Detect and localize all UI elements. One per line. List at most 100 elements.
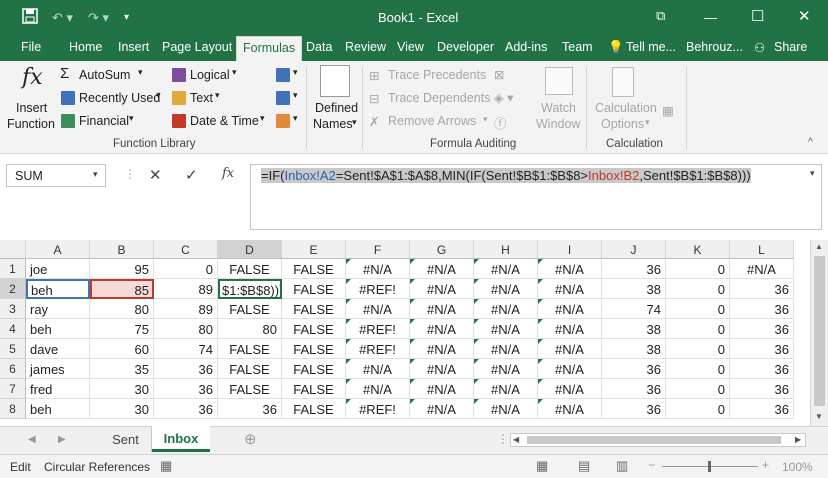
cell[interactable]: 38 [602, 279, 666, 299]
cell[interactable]: FALSE [218, 299, 282, 319]
cell[interactable]: 36 [602, 379, 666, 399]
remove-arrows-icon[interactable]: ✗ [369, 114, 379, 129]
insert-function-line2[interactable]: Function [7, 117, 55, 131]
cell[interactable]: #N/A [410, 259, 474, 279]
cell[interactable]: 35 [90, 359, 154, 379]
cell[interactable]: beh [26, 399, 90, 419]
column-header-l[interactable]: L [730, 240, 794, 259]
defined-names-dropdown-icon[interactable]: ▾ [352, 117, 357, 128]
cell[interactable]: 0 [666, 319, 730, 339]
cell[interactable]: 80 [90, 299, 154, 319]
recently-used-button[interactable]: Recently Used [79, 91, 160, 105]
cell[interactable]: 36 [730, 279, 794, 299]
sheet-tab-inbox[interactable]: Inbox [152, 426, 210, 452]
select-all-corner[interactable] [0, 240, 26, 259]
cell[interactable]: #N/A [410, 339, 474, 359]
recently-used-icon[interactable] [61, 91, 75, 105]
cell[interactable]: 74 [154, 339, 218, 359]
insert-function-icon[interactable]: fx [22, 65, 43, 90]
column-header-d[interactable]: D [218, 240, 282, 259]
calculator-icon[interactable] [612, 67, 634, 97]
math-trig-icon[interactable] [276, 91, 290, 105]
sheet-tab-sent[interactable]: Sent [100, 427, 152, 452]
share-button[interactable]: Share [774, 40, 807, 54]
cell[interactable]: #N/A [410, 279, 474, 299]
tab-formulas[interactable]: Formulas [236, 36, 303, 61]
logical-icon[interactable] [172, 68, 186, 82]
cell[interactable]: #N/A [538, 339, 602, 359]
cell[interactable]: 36 [730, 319, 794, 339]
cell[interactable]: beh [26, 319, 90, 339]
customize-qat-icon[interactable]: ▾ [124, 12, 129, 23]
scroll-down-icon[interactable]: ▼ [815, 412, 823, 421]
cell[interactable]: 74 [602, 299, 666, 319]
cell[interactable]: FALSE [282, 299, 346, 319]
financial-dropdown-icon[interactable]: ▾ [129, 113, 134, 124]
circular-references-status[interactable]: Circular References [44, 460, 150, 474]
save-icon[interactable] [22, 8, 38, 24]
math-dropdown-icon[interactable]: ▾ [293, 90, 298, 101]
cell[interactable]: joe [26, 259, 90, 279]
cell[interactable]: 0 [154, 259, 218, 279]
zoom-in-icon[interactable]: + [762, 458, 769, 472]
cell[interactable]: 36 [730, 359, 794, 379]
autosum-dropdown-icon[interactable]: ▾ [138, 67, 143, 78]
cell[interactable]: dave [26, 339, 90, 359]
macro-record-icon[interactable]: ▦ [160, 458, 172, 474]
confirm-entry-icon[interactable]: ✓ [185, 166, 198, 184]
financial-icon[interactable] [61, 114, 75, 128]
maximize-button[interactable]: ☐ [751, 7, 764, 25]
page-layout-view-icon[interactable]: ▤ [578, 458, 590, 474]
text-button[interactable]: Text [190, 91, 213, 105]
cell[interactable]: 89 [154, 279, 218, 299]
cell[interactable]: FALSE [282, 279, 346, 299]
vertical-scroll-thumb[interactable] [814, 256, 825, 406]
cell[interactable]: FALSE [218, 339, 282, 359]
cell[interactable]: #N/A [474, 359, 538, 379]
tab-home[interactable]: Home [69, 40, 102, 54]
error-checking-icon[interactable]: ◈ ▾ [494, 90, 513, 105]
new-sheet-icon[interactable]: ⊕ [244, 430, 257, 448]
cell[interactable]: #N/A [410, 299, 474, 319]
cell[interactable]: 36 [730, 339, 794, 359]
name-box[interactable]: SUM [6, 164, 106, 187]
column-header-a[interactable]: A [26, 240, 90, 259]
lookup-dropdown-icon[interactable]: ▾ [293, 67, 298, 78]
column-header-b[interactable]: B [90, 240, 154, 259]
cell[interactable]: #N/A [538, 319, 602, 339]
cell[interactable]: #N/A [346, 299, 410, 319]
column-header-c[interactable]: C [154, 240, 218, 259]
cell[interactable]: ray [26, 299, 90, 319]
trace-dependents-button[interactable]: Trace Dependents [388, 91, 490, 105]
cell[interactable]: 75 [90, 319, 154, 339]
cell[interactable]: FALSE [282, 399, 346, 419]
cell[interactable]: #N/A [474, 259, 538, 279]
user-name[interactable]: Behrouz... [686, 40, 743, 54]
cell[interactable]: #N/A [474, 379, 538, 399]
horizontal-scrollbar[interactable]: ◀ ▶ [510, 433, 806, 447]
cell[interactable]: 60 [90, 339, 154, 359]
text-icon[interactable] [172, 91, 186, 105]
cell[interactable]: #N/A [474, 319, 538, 339]
watch-window-icon[interactable] [545, 67, 573, 95]
autosum-icon[interactable]: Σ [60, 65, 69, 82]
row-header[interactable]: 8 [0, 399, 26, 419]
cell[interactable]: #N/A [346, 359, 410, 379]
close-button[interactable]: ✕ [798, 7, 811, 25]
cell[interactable]: #N/A [410, 319, 474, 339]
zoom-slider-thumb[interactable] [708, 461, 711, 472]
cell[interactable]: 0 [666, 359, 730, 379]
cell[interactable]: #N/A [346, 379, 410, 399]
cancel-entry-icon[interactable]: ✕ [149, 166, 162, 184]
tell-me-box[interactable]: Tell me... [626, 40, 676, 54]
cell[interactable]: FALSE [218, 379, 282, 399]
cell[interactable]: #N/A [538, 299, 602, 319]
row-header[interactable]: 7 [0, 379, 26, 399]
scroll-left-icon[interactable]: ◀ [513, 435, 519, 444]
cell[interactable]: #N/A [410, 379, 474, 399]
cell[interactable]: #N/A [538, 379, 602, 399]
cell[interactable]: FALSE [282, 319, 346, 339]
cell[interactable]: #N/A [474, 299, 538, 319]
cell[interactable]: FALSE [282, 359, 346, 379]
redo-icon[interactable]: ↷ ▾ [88, 10, 109, 26]
